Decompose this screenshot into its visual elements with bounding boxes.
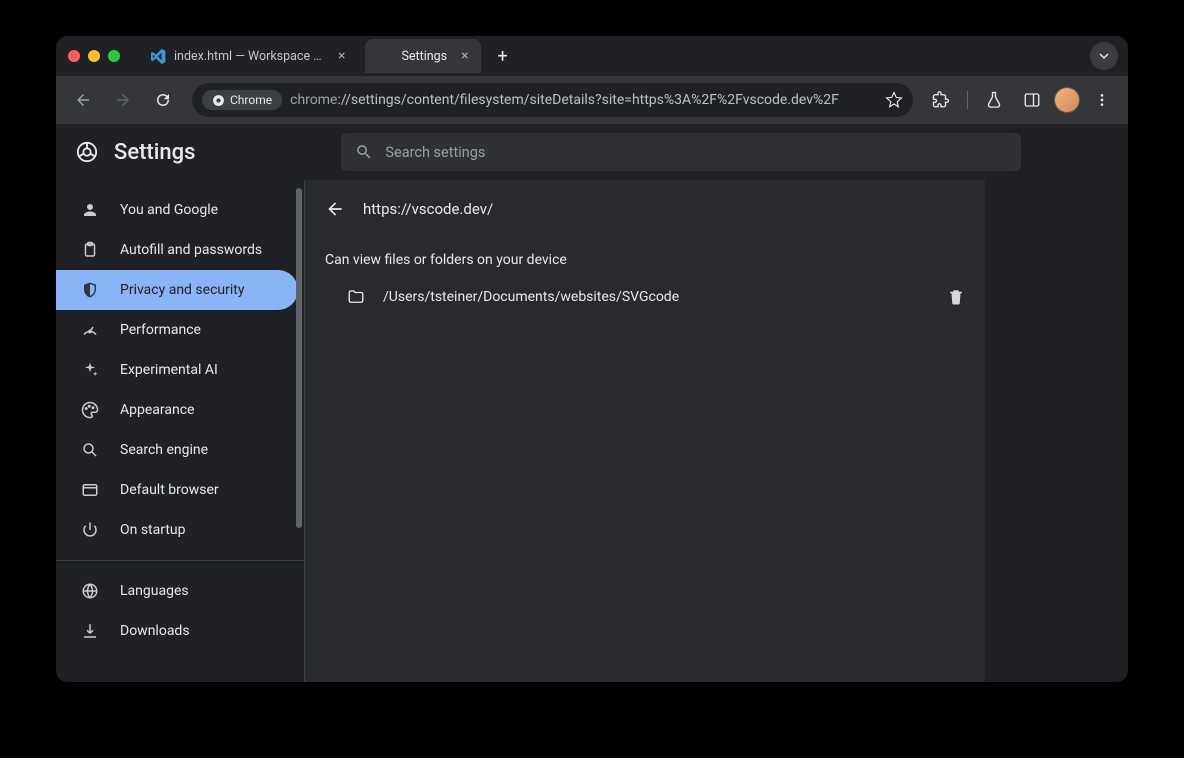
sidebar-item-appearance[interactable]: Appearance	[56, 390, 298, 430]
labs-icon[interactable]	[978, 84, 1010, 116]
url-text: chrome://settings/content/filesystem/sit…	[290, 92, 839, 108]
shield-icon	[80, 281, 100, 299]
sidebar-item-performance[interactable]: Performance	[56, 310, 298, 350]
card-header: https://vscode.dev/	[305, 180, 985, 238]
close-tab-icon[interactable]: ×	[338, 48, 345, 64]
close-window-button[interactable]	[68, 50, 80, 62]
globe-icon	[80, 582, 100, 600]
sidebar-label: You and Google	[120, 202, 218, 218]
sidebar-item-default-browser[interactable]: Default browser	[56, 470, 298, 510]
settings-sidebar: You and Google Autofill and passwords Pr…	[56, 180, 304, 682]
sidebar-separator	[56, 560, 304, 561]
profile-avatar[interactable]	[1054, 87, 1080, 113]
search-icon	[355, 143, 373, 161]
folder-icon	[347, 288, 365, 306]
tab-vscode[interactable]: index.html — Workspace — V ×	[138, 39, 357, 73]
close-tab-icon[interactable]: ×	[461, 48, 468, 64]
sidebar-item-search-engine[interactable]: Search engine	[56, 430, 298, 470]
sidebar-item-experimental-ai[interactable]: Experimental AI	[56, 350, 298, 390]
palette-icon	[80, 401, 100, 419]
bookmark-star-icon[interactable]	[885, 91, 903, 109]
chip-label: Chrome	[230, 93, 272, 107]
reload-button[interactable]	[146, 83, 180, 117]
side-panel-icon[interactable]	[1016, 84, 1048, 116]
delete-entry-button[interactable]	[947, 288, 965, 306]
settings-title: Settings	[114, 140, 195, 165]
back-button[interactable]	[66, 83, 100, 117]
site-detail-card: https://vscode.dev/ Can view files or fo…	[305, 180, 985, 682]
sidebar-label: Performance	[120, 322, 201, 338]
toolbar-divider	[967, 91, 968, 109]
sidebar-item-on-startup[interactable]: On startup	[56, 510, 298, 550]
settings-body: You and Google Autofill and passwords Pr…	[56, 180, 1128, 682]
sidebar-item-languages[interactable]: Languages	[56, 571, 298, 611]
browser-toolbar: Chrome chrome://settings/content/filesys…	[56, 76, 1128, 124]
address-bar[interactable]: Chrome chrome://settings/content/filesys…	[192, 83, 913, 117]
settings-main-panel: https://vscode.dev/ Can view files or fo…	[304, 180, 1128, 682]
window-controls	[68, 50, 120, 62]
sidebar-item-downloads[interactable]: Downloads	[56, 611, 298, 651]
tab-strip: index.html — Workspace — V × Settings × …	[56, 36, 1128, 76]
speedometer-icon	[80, 321, 100, 339]
sparkle-icon	[80, 361, 100, 379]
sidebar-label: Appearance	[120, 402, 194, 418]
extensions-icon[interactable]	[925, 84, 957, 116]
search-placeholder: Search settings	[385, 144, 485, 161]
vscode-icon	[150, 48, 166, 64]
sidebar-item-privacy-security[interactable]: Privacy and security	[56, 270, 298, 310]
tabs-dropdown-button[interactable]	[1090, 42, 1118, 70]
tab-title: index.html — Workspace — V	[174, 49, 324, 64]
tab-title: Settings	[401, 49, 447, 64]
sidebar-item-autofill[interactable]: Autofill and passwords	[56, 230, 298, 270]
clipboard-icon	[80, 241, 100, 259]
sidebar-label: Downloads	[120, 623, 190, 639]
browser-window: index.html — Workspace — V × Settings × …	[56, 36, 1128, 682]
forward-button[interactable]	[106, 83, 140, 117]
search-icon	[80, 441, 100, 459]
fullscreen-window-button[interactable]	[108, 50, 120, 62]
back-arrow-button[interactable]	[325, 199, 345, 219]
section-label: Can view files or folders on your device	[305, 238, 985, 274]
sidebar-label: Search engine	[120, 442, 208, 458]
settings-app: Settings Search settings You and Google …	[56, 124, 1128, 682]
new-tab-button[interactable]: +	[489, 42, 517, 70]
site-chip[interactable]: Chrome	[202, 90, 282, 110]
sidebar-label: On startup	[120, 522, 186, 538]
sidebar-label: Privacy and security	[120, 282, 244, 298]
menu-icon[interactable]	[1086, 84, 1118, 116]
sidebar-label: Experimental AI	[120, 362, 218, 378]
chrome-icon	[212, 94, 225, 107]
tab-settings[interactable]: Settings ×	[365, 39, 480, 73]
browser-icon	[80, 481, 100, 499]
sidebar-label: Autofill and passwords	[120, 242, 262, 258]
sidebar-label: Default browser	[120, 482, 219, 498]
person-icon	[80, 201, 100, 219]
settings-header: Settings Search settings	[56, 124, 1128, 180]
sidebar-label: Languages	[120, 583, 189, 599]
download-icon	[80, 622, 100, 640]
filesystem-entry-row: /Users/tsteiner/Documents/websites/SVGco…	[305, 274, 985, 320]
gear-icon	[377, 48, 393, 64]
search-settings-input[interactable]: Search settings	[341, 133, 1021, 171]
scrollbar-thumb[interactable]	[296, 188, 302, 528]
sidebar-item-you-and-google[interactable]: You and Google	[56, 190, 298, 230]
site-url: https://vscode.dev/	[363, 200, 493, 218]
minimize-window-button[interactable]	[88, 50, 100, 62]
chrome-logo-icon	[76, 141, 98, 163]
entry-path: /Users/tsteiner/Documents/websites/SVGco…	[383, 289, 679, 305]
power-icon	[80, 521, 100, 539]
